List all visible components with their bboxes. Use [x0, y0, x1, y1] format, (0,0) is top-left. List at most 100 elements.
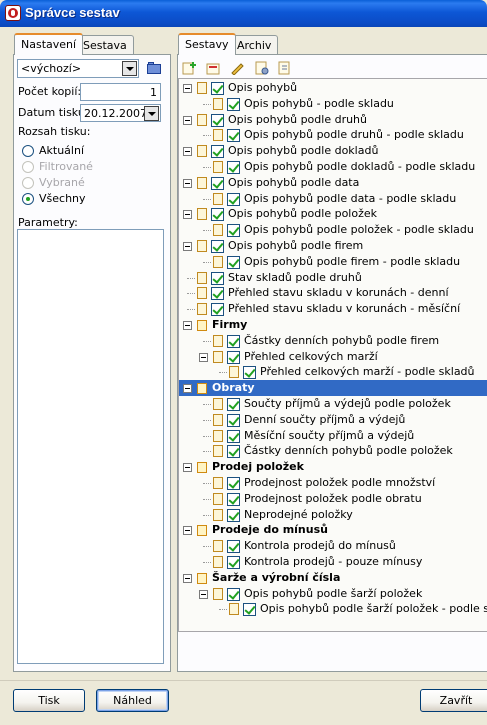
collapse-toggle-icon[interactable]	[183, 321, 192, 330]
radio-button[interactable]	[22, 193, 34, 205]
report-checkbox[interactable]	[211, 145, 224, 159]
collapse-toggle-icon[interactable]	[183, 384, 192, 394]
collapse-toggle-icon[interactable]	[183, 147, 192, 157]
collapse-toggle-icon[interactable]	[183, 463, 192, 473]
report-checkbox[interactable]	[227, 350, 240, 364]
print-date-picker[interactable]: 20.12.2007	[80, 104, 161, 122]
tree-item[interactable]: Přehled celkových marží	[179, 349, 487, 365]
tree-item[interactable]: Opis pohybů podle druhů	[179, 112, 487, 128]
tree-item[interactable]: Opis pohybů podle položek	[179, 206, 487, 222]
report-checkbox[interactable]	[211, 303, 224, 317]
radio-vsechny[interactable]: Všechny	[22, 192, 142, 206]
collapse-toggle-icon[interactable]	[199, 589, 208, 599]
report-checkbox[interactable]	[243, 603, 256, 617]
tree-item[interactable]: Opis pohybů podle položek - podle skladu	[179, 222, 487, 238]
tree-item[interactable]: Součty příjmů a výdejů podle položek	[179, 396, 487, 412]
delete-report-icon[interactable]	[206, 61, 222, 75]
tree-item[interactable]: Opis pohybů podle data	[179, 175, 487, 191]
tab-nastaveni[interactable]: Nastavení	[14, 33, 84, 55]
report-checkbox[interactable]	[227, 334, 240, 348]
radio-button[interactable]	[22, 145, 34, 157]
tree-item[interactable]: Opis pohybů podle dokladů	[179, 143, 487, 159]
preview-button[interactable]: Náhled	[96, 689, 169, 712]
tree-item[interactable]: Neprodejné položky	[179, 507, 487, 523]
report-checkbox[interactable]	[227, 429, 240, 443]
tree-item[interactable]: Stav skladů podle druhů	[179, 270, 487, 286]
report-checkbox[interactable]	[227, 477, 240, 490]
tab-archiv[interactable]: Archiv	[230, 35, 279, 55]
report-checkbox[interactable]	[227, 161, 240, 174]
report-checkbox[interactable]	[211, 113, 224, 127]
collapse-toggle-icon[interactable]	[183, 178, 192, 188]
radio-aktualni[interactable]: Aktuální	[22, 144, 142, 158]
tab-sestavy[interactable]: Sestavy	[178, 33, 236, 55]
close-button[interactable]: Zavřít	[420, 689, 487, 712]
report-checkbox[interactable]	[227, 508, 240, 522]
tree-item[interactable]: Kontrola prodejů - pouze mínusy	[179, 554, 487, 570]
collapse-toggle-icon[interactable]	[183, 573, 192, 583]
tree-item[interactable]: Přehled stavu skladu v korunách - denní	[179, 285, 487, 301]
report-export-icon[interactable]	[277, 61, 293, 75]
report-settings-icon[interactable]	[254, 61, 270, 75]
report-checkbox[interactable]	[211, 208, 224, 222]
tree-item[interactable]: Opis pohybů	[179, 80, 487, 96]
report-checkbox[interactable]	[211, 240, 224, 253]
chevron-down-icon[interactable]	[122, 61, 137, 76]
tree-group[interactable]: Prodej položek	[179, 459, 487, 475]
report-checkbox[interactable]	[227, 398, 240, 411]
add-report-icon[interactable]	[182, 61, 198, 75]
tree-group[interactable]: Prodeje do mínusů	[179, 522, 487, 538]
chevron-down-icon[interactable]	[144, 106, 159, 121]
open-folder-button[interactable]	[145, 59, 163, 77]
tree-item[interactable]: Denní součty příjmů a výdejů	[179, 412, 487, 428]
report-checkbox[interactable]	[227, 492, 240, 506]
report-checkbox[interactable]	[227, 540, 240, 554]
tree-item[interactable]: Přehled celkových marží - podle skladů	[179, 364, 487, 380]
collapse-toggle-icon[interactable]	[183, 84, 192, 93]
tree-item[interactable]: Prodejnost položek podle obratu	[179, 491, 487, 507]
tree-group[interactable]: Šarže a výrobní čísla	[179, 570, 487, 586]
tree-item[interactable]: Opis pohybů podle firem - podle skladu	[179, 254, 487, 270]
tree-item[interactable]: Opis pohybů podle firem	[179, 238, 487, 254]
report-checkbox[interactable]	[227, 192, 240, 206]
report-checkbox[interactable]	[227, 255, 240, 269]
tree-item[interactable]: Opis pohybů podle data - podle skladu	[179, 191, 487, 207]
tree-item[interactable]: Opis pohybů podle dokladů - podle skladu	[179, 159, 487, 175]
report-checkbox[interactable]	[227, 587, 240, 601]
collapse-toggle-icon[interactable]	[183, 242, 192, 251]
report-checkbox[interactable]	[211, 271, 224, 285]
template-combo[interactable]: <výchozí>	[17, 59, 139, 78]
tree-item[interactable]: Opis pohybů podle šarží položek	[179, 586, 487, 602]
tree-item[interactable]: Opis pohybů - podle skladu	[179, 96, 487, 112]
tree-item[interactable]: Částky denních pohybů podle firem	[179, 333, 487, 349]
parameters-box[interactable]	[17, 229, 164, 664]
report-checkbox[interactable]	[227, 556, 240, 569]
collapse-toggle-icon[interactable]	[183, 115, 192, 125]
collapse-toggle-icon[interactable]	[183, 210, 192, 220]
report-checkbox[interactable]	[227, 413, 240, 427]
tree-item[interactable]: Opis pohybů podle šarží položek - podle …	[179, 601, 487, 617]
report-checkbox[interactable]	[227, 129, 240, 143]
report-checkbox[interactable]	[211, 176, 224, 190]
collapse-toggle-icon[interactable]	[199, 352, 208, 362]
edit-report-icon[interactable]	[230, 61, 246, 75]
report-checkbox[interactable]	[227, 97, 240, 111]
tree-item[interactable]: Opis pohybů podle druhů - podle skladu	[179, 127, 487, 143]
copies-input[interactable]: 1	[80, 83, 161, 101]
report-checkbox[interactable]	[211, 82, 224, 95]
title-bar[interactable]: Správce sestav	[0, 0, 487, 27]
tab-sestava[interactable]: Sestava	[76, 35, 134, 55]
reports-tree[interactable]: Opis pohybů Opis pohybů - podle skladu Opi…	[178, 78, 487, 632]
report-checkbox[interactable]	[227, 445, 240, 459]
tree-item[interactable]: Prodejnost položek podle množství	[179, 475, 487, 491]
tree-group[interactable]: Firmy	[179, 317, 487, 333]
report-checkbox[interactable]	[211, 287, 224, 301]
collapse-toggle-icon[interactable]	[183, 526, 192, 536]
tree-item[interactable]: Měsíční součty příjmů a výdejů	[179, 428, 487, 444]
print-button[interactable]: Tisk	[13, 689, 85, 712]
tree-group[interactable]: Obraty	[179, 380, 487, 397]
tree-item[interactable]: Kontrola prodejů do mínusů	[179, 538, 487, 554]
tree-item[interactable]: Částky denních pohybů podle položek	[179, 443, 487, 459]
report-checkbox[interactable]	[243, 366, 256, 380]
tree-item[interactable]: Přehled stavu skladu v korunách - měsíčn…	[179, 301, 487, 317]
